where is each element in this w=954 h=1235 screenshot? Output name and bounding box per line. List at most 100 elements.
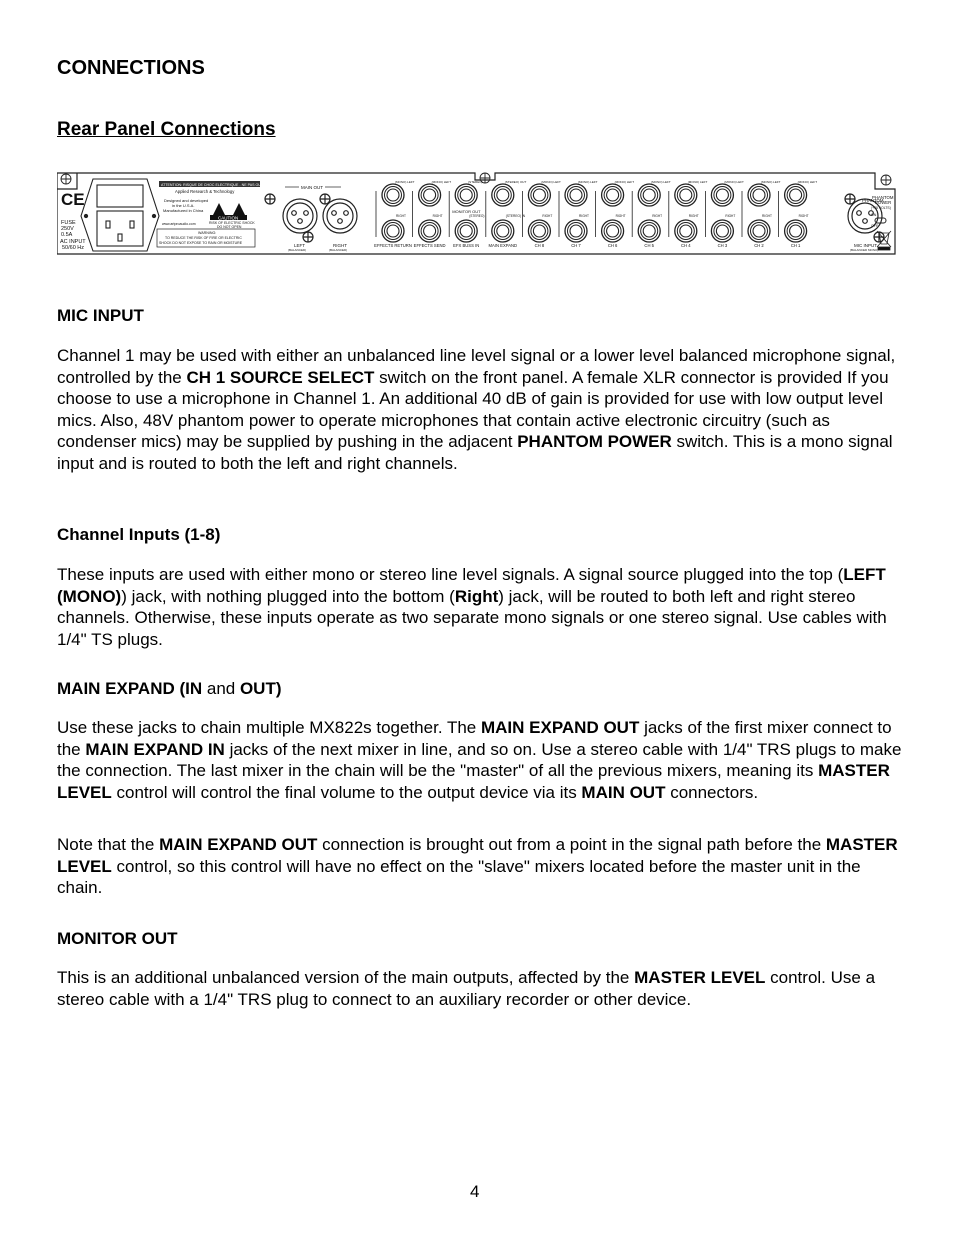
jack-bottom (564, 219, 588, 243)
jack-top (710, 183, 735, 207)
bold-term: MASTER LEVEL (634, 968, 766, 987)
jack-top-label: (MONO) LEFT (541, 180, 561, 184)
jack-group-label: CH 5 (644, 243, 654, 248)
jack-bottom (454, 219, 478, 243)
jack-top (381, 183, 405, 207)
jack-bottom-label: RIGHT (762, 214, 772, 218)
paragraph-main-expand: Use these jacks to chain multiple MX822s… (57, 718, 902, 802)
jack-top-label: (MONO) LEFT (761, 180, 781, 184)
jack-bottom-label: RIGHT (616, 214, 626, 218)
jack-group: (MONO) LEFT RIGHT CH 1 (778, 180, 818, 248)
svg-text:POWER: POWER (875, 200, 891, 205)
jack-group-label: CH 2 (754, 243, 764, 248)
jack-top (783, 183, 808, 207)
bold-term: PHANTOM POWER (517, 432, 672, 452)
jack-bottom-label: RIGHT (396, 214, 406, 218)
jack-top-label: (MONO) LEFT (395, 180, 415, 184)
svg-text:(+48 VOLTS): (+48 VOLTS) (871, 206, 891, 210)
warning-triangle-icon (213, 203, 245, 215)
jack-bottom (491, 219, 515, 243)
svg-text:ATTENTION: RISQUE DE CHOC ELEC: ATTENTION: RISQUE DE CHOC ELECTRIQUE - N… (161, 183, 270, 187)
jack-top-label: (MONO) LEFT (724, 180, 744, 184)
jack-top (600, 183, 625, 207)
jack-group: (MONO) LEFT RIGHT CH 7 (558, 180, 598, 248)
bold-term: MAIN EXPAND OUT (480, 718, 640, 737)
jack-top-label: (STEREO) (468, 180, 482, 184)
svg-text:DO NOT OPEN: DO NOT OPEN (217, 225, 242, 229)
section-subtitle: Rear Panel Connections (57, 119, 276, 140)
svg-text:MAIN OUT: MAIN OUT (301, 185, 323, 190)
jack-group-label: EFFECTS RETURN (374, 243, 412, 248)
bold-term: MAIN OUT (581, 782, 666, 802)
jack-group: (MONO) LEFT RIGHT EFFECTS SEND (412, 180, 451, 248)
jack-bottom-label: RIGHT (542, 214, 552, 218)
paragraph-monitor-out: This is an additional unbalanced version… (57, 968, 876, 1009)
svg-text:SHOCK DO NOT EXPOSE TO RAIN OR: SHOCK DO NOT EXPOSE TO RAIN OR MOISTURE (159, 241, 243, 245)
heading-monitor-out: MONITOR OUT (57, 929, 178, 948)
page-title: CONNECTIONS (57, 57, 205, 79)
svg-text:50/60 Hz: 50/60 Hz (62, 245, 84, 251)
jack-top (564, 183, 588, 207)
jack-group-label: CH 4 (681, 243, 691, 248)
paragraph-main-expand-note: Note that the MAIN EXPAND OUT connection… (57, 835, 898, 898)
jack-group-label: EFX BUSS IN (453, 243, 479, 248)
power-inlet (80, 178, 160, 252)
svg-text:0.5A: 0.5A (61, 232, 73, 238)
jack-bottom-label: (STEREO) IN (506, 214, 526, 218)
svg-text:ON: ON (871, 213, 877, 217)
jack-middle-label: MONITOR OUT (452, 209, 481, 214)
svg-text:Applied Research & Technology: Applied Research & Technology (175, 189, 235, 194)
jack-top-label: (MONO) LEFT (798, 180, 818, 184)
svg-text:OFF: OFF (871, 224, 879, 228)
xlr-left (264, 193, 318, 243)
jack-group-label: EFFECTS SEND (414, 243, 446, 248)
heading-mic-input: MIC INPUT (57, 306, 144, 325)
panel-notch-left (57, 173, 78, 190)
jack-top (454, 183, 478, 207)
jack-bottom (637, 219, 661, 243)
jack-bottom-label: RIGHT (652, 214, 662, 218)
rear-panel-diagram: CE FUSE 250V 0.5A AC INPUT 50/60 Hz ATTE… (57, 172, 896, 255)
jack-group: (STEREO)(STEREO)MONITOR OUTEFX BUSS IN (448, 180, 484, 248)
bold-term: MAIN EXPAND OUT (159, 835, 318, 854)
jack-bottom (710, 219, 735, 243)
svg-text:Manufactured in China: Manufactured in China (163, 208, 204, 213)
jack-top-label: (MONO) LEFT (578, 180, 598, 184)
jack-group-label: CH 6 (608, 243, 618, 248)
jack-bottom (674, 219, 698, 243)
jack-bottom (381, 219, 405, 243)
heading-main-expand: MAIN EXPAND (IN and OUT) (57, 679, 282, 698)
jack-top (637, 183, 661, 207)
jack-bottom (783, 219, 808, 243)
jack-group: (MONO) LEFT RIGHT EFFECTS RETURN (374, 180, 415, 248)
jack-group: (MONO) LEFT RIGHT CH 5 (631, 180, 671, 248)
jack-top (527, 183, 552, 207)
jack-groups: (MONO) LEFTRIGHTEFFECTS RETURN(MONO) LEF… (374, 180, 817, 248)
jack-bottom-label: RIGHT (799, 214, 809, 218)
jack-group: (MONO) LEFT RIGHT CH 2 (741, 180, 781, 248)
svg-text:(BALANCED): (BALANCED) (288, 248, 306, 252)
heading-channel-inputs: Channel Inputs (1-8) (57, 525, 221, 544)
jack-bottom (600, 219, 625, 243)
svg-text:(BALANCED MONO): (BALANCED MONO) (850, 248, 878, 252)
bold-term: MAIN EXPAND IN (85, 739, 225, 759)
jack-bottom-label: (STEREO) (469, 214, 484, 218)
jack-group: (MONO) LEFT RIGHT CH 3 (705, 180, 744, 248)
jack-top-label: (MONO) LEFT (688, 180, 708, 184)
jack-group-label: CH 7 (571, 243, 581, 248)
jack-top-label: (STEREO) OUT (505, 180, 527, 184)
origin-text: Designed and developed in the U.S.A. Man… (162, 198, 208, 226)
svg-text:CAUTION: CAUTION (218, 216, 238, 221)
jack-top (674, 183, 698, 207)
jack-bottom (747, 219, 771, 243)
ce-mark: CE (61, 190, 85, 209)
jack-group-label: CH 1 (791, 243, 801, 248)
paragraph-channel-inputs: These inputs are used with either mono o… (57, 565, 887, 649)
paragraph-mic-input: Channel 1 may be used with either an unb… (57, 346, 896, 473)
jack-group: (MONO) LEFT RIGHT CH 4 (668, 180, 708, 248)
jack-top-label: (MONO) LEFT (615, 180, 635, 184)
jack-group-label: CH 8 (535, 243, 545, 248)
xlr-right (319, 193, 358, 234)
jack-group: (MONO) LEFT RIGHT CH 8 (521, 180, 561, 248)
jack-bottom-label: RIGHT (689, 214, 699, 218)
